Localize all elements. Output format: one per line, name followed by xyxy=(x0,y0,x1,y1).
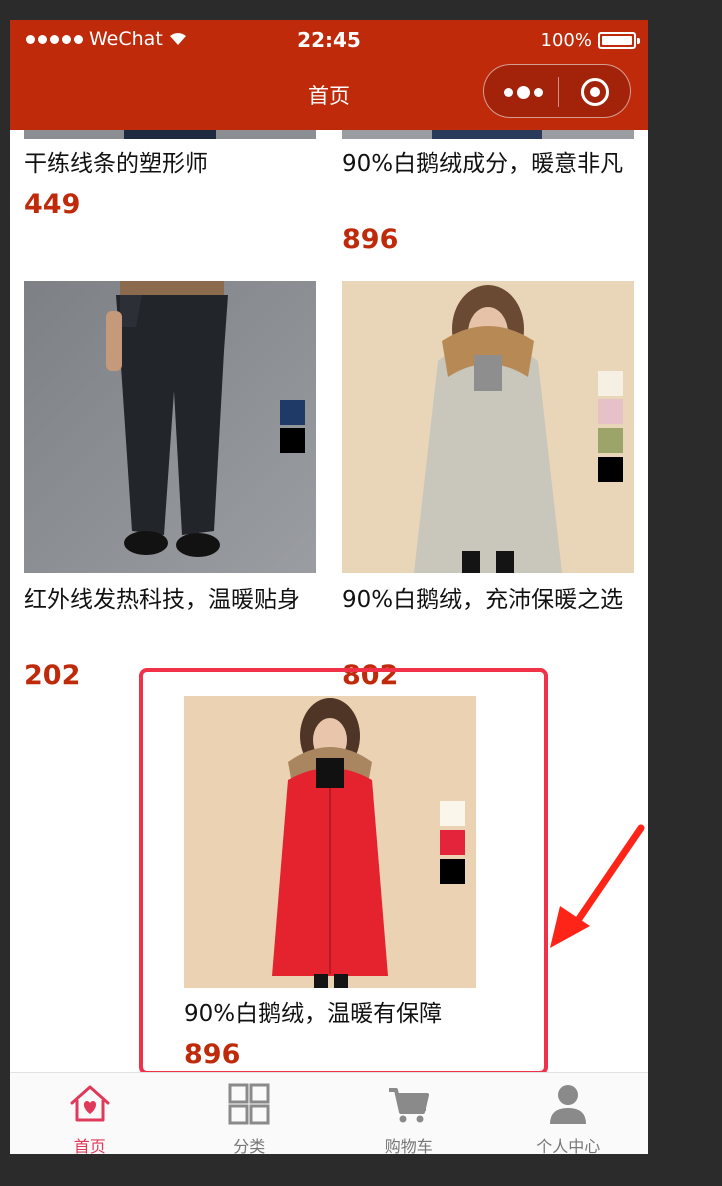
product-image[interactable] xyxy=(24,281,316,573)
more-menu-icon[interactable] xyxy=(504,83,554,101)
capsule-divider xyxy=(558,77,559,107)
tab-label: 首页 xyxy=(73,1137,106,1154)
status-bar: WeChat 22:45 100% xyxy=(10,20,648,58)
color-swatch xyxy=(598,371,623,396)
tab-home[interactable]: 首页 xyxy=(10,1073,170,1154)
product-title: 90%白鹅绒成分，暖意非凡 xyxy=(342,151,624,177)
color-swatch xyxy=(598,428,623,453)
tab-cart[interactable]: 购物车 xyxy=(329,1073,489,1154)
color-swatch xyxy=(280,428,305,453)
battery-icon xyxy=(598,32,640,49)
product-price: 202 xyxy=(24,660,81,691)
product-price: 896 xyxy=(342,224,399,255)
product-title: 红外线发热科技，温暖贴身 xyxy=(24,587,300,613)
close-miniprogram-icon[interactable] xyxy=(581,78,609,106)
color-swatch xyxy=(280,400,305,425)
tab-label: 分类 xyxy=(233,1137,266,1154)
battery-percent: 100% xyxy=(540,30,592,51)
pointer-arrow-icon xyxy=(550,824,645,948)
product-image[interactable] xyxy=(342,130,634,139)
cart-icon xyxy=(388,1088,429,1123)
battery-info: 100% xyxy=(540,30,640,51)
highlight-box xyxy=(139,668,548,1072)
category-grid-icon xyxy=(228,1083,270,1125)
color-swatch xyxy=(598,399,623,424)
profile-icon xyxy=(550,1085,587,1124)
product-feed[interactable]: 干练线条的塑形师 449 90%白鹅绒成分，暖意非凡 896 红外线发热科技，温… xyxy=(10,130,648,1072)
product-image[interactable] xyxy=(342,281,634,573)
tab-profile[interactable]: 个人中心 xyxy=(489,1073,649,1154)
home-icon xyxy=(70,1085,110,1122)
color-swatch xyxy=(598,457,623,482)
nav-bar: 首页 xyxy=(10,58,648,130)
tab-label: 个人中心 xyxy=(536,1137,601,1154)
tab-category[interactable]: 分类 xyxy=(170,1073,330,1154)
product-title: 干练线条的塑形师 xyxy=(24,151,208,177)
tab-bar: 首页 分类 购物车 个人中心 xyxy=(10,1072,648,1154)
miniprogram-capsule xyxy=(483,64,631,118)
tab-label: 购物车 xyxy=(384,1137,433,1154)
product-image[interactable] xyxy=(24,130,316,139)
product-title: 90%白鹅绒，充沛保暖之选 xyxy=(342,587,624,613)
phone-screen: WeChat 22:45 100% 首页 干练线条的塑形师 449 90%白鹅绒… xyxy=(10,20,648,1154)
product-price: 449 xyxy=(24,189,81,220)
